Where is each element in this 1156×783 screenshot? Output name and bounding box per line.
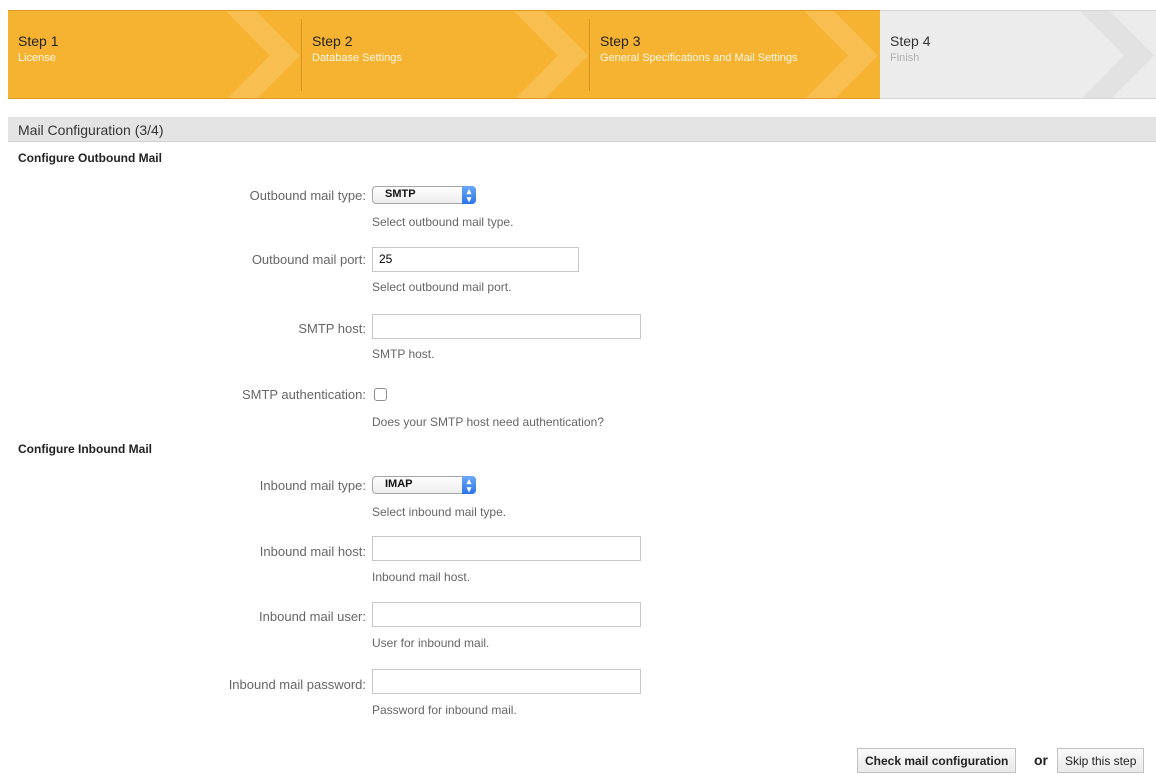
inbound-host-label: Inbound mail host: — [259, 544, 366, 559]
step-1: Step 1 License — [8, 10, 302, 99]
wizard-steps: Step 1 License Step 2 Database Settings … — [8, 10, 1156, 99]
step-subtitle: General Specifications and Mail Settings — [600, 52, 798, 64]
step-title: Step 4 — [890, 33, 931, 49]
outbound-type-label: Outbound mail type: — [249, 188, 366, 203]
smtp-host-input[interactable] — [372, 314, 641, 339]
step-title: Step 3 — [600, 33, 641, 49]
smtp-host-label: SMTP host: — [298, 321, 366, 336]
smtp-auth-label: SMTP authentication: — [241, 387, 366, 402]
inbound-type-value: IMAP — [385, 478, 413, 490]
inbound-password-label: Inbound mail password: — [228, 677, 366, 692]
inbound-type-hint: Select inbound mail type. — [372, 505, 507, 519]
outbound-section-title: Configure Outbound Mail — [18, 151, 162, 165]
step-subtitle: License — [18, 52, 56, 64]
panel-title: Mail Configuration (3/4) — [18, 122, 164, 138]
check-mail-configuration-button[interactable]: Check mail configuration — [857, 748, 1017, 773]
step-subtitle: Finish — [890, 52, 920, 64]
step-title: Step 1 — [18, 33, 59, 49]
step-title: Step 2 — [312, 33, 353, 49]
outbound-type-value: SMTP — [385, 188, 416, 200]
step-3: Step 3 General Specifications and Mail S… — [590, 10, 880, 99]
step-chevron-icon — [514, 11, 588, 98]
inbound-type-select[interactable]: IMAP ▴ ▾ — [372, 476, 476, 494]
inbound-password-hint: Password for inbound mail. — [372, 703, 517, 717]
smtp-auth-hint: Does your SMTP host need authentication? — [372, 415, 604, 429]
step-chevron-icon — [1080, 11, 1154, 98]
outbound-type-hint: Select outbound mail type. — [372, 215, 514, 229]
inbound-host-hint: Inbound mail host. — [372, 570, 471, 584]
panel-header: Mail Configuration (3/4) — [8, 117, 1156, 142]
step-subtitle: Database Settings — [312, 52, 402, 64]
skip-step-button[interactable]: Skip this step — [1057, 748, 1145, 773]
smtp-host-hint: SMTP host. — [372, 347, 435, 361]
outbound-port-input[interactable]: 25 — [372, 247, 579, 272]
outbound-port-hint: Select outbound mail port. — [372, 280, 512, 294]
inbound-user-hint: User for inbound mail. — [372, 636, 490, 650]
step-chevron-icon — [804, 11, 878, 98]
smtp-auth-checkbox[interactable] — [374, 388, 387, 401]
inbound-user-label: Inbound mail user: — [259, 609, 366, 624]
select-updown-arrows-icon: ▴ ▾ — [462, 186, 476, 204]
step-chevron-icon — [226, 11, 300, 98]
inbound-host-input[interactable] — [372, 536, 641, 561]
or-separator: or — [1034, 752, 1048, 768]
select-updown-arrows-icon: ▴ ▾ — [462, 476, 476, 494]
step-4: Step 4 Finish — [880, 10, 1156, 99]
outbound-port-label: Outbound mail port: — [251, 252, 366, 267]
outbound-type-select[interactable]: SMTP ▴ ▾ — [372, 186, 476, 204]
inbound-section-title: Configure Inbound Mail — [18, 442, 152, 456]
inbound-type-label: Inbound mail type: — [259, 478, 366, 493]
inbound-user-input[interactable] — [372, 602, 641, 627]
inbound-password-input[interactable] — [372, 669, 641, 694]
step-2: Step 2 Database Settings — [302, 10, 590, 99]
